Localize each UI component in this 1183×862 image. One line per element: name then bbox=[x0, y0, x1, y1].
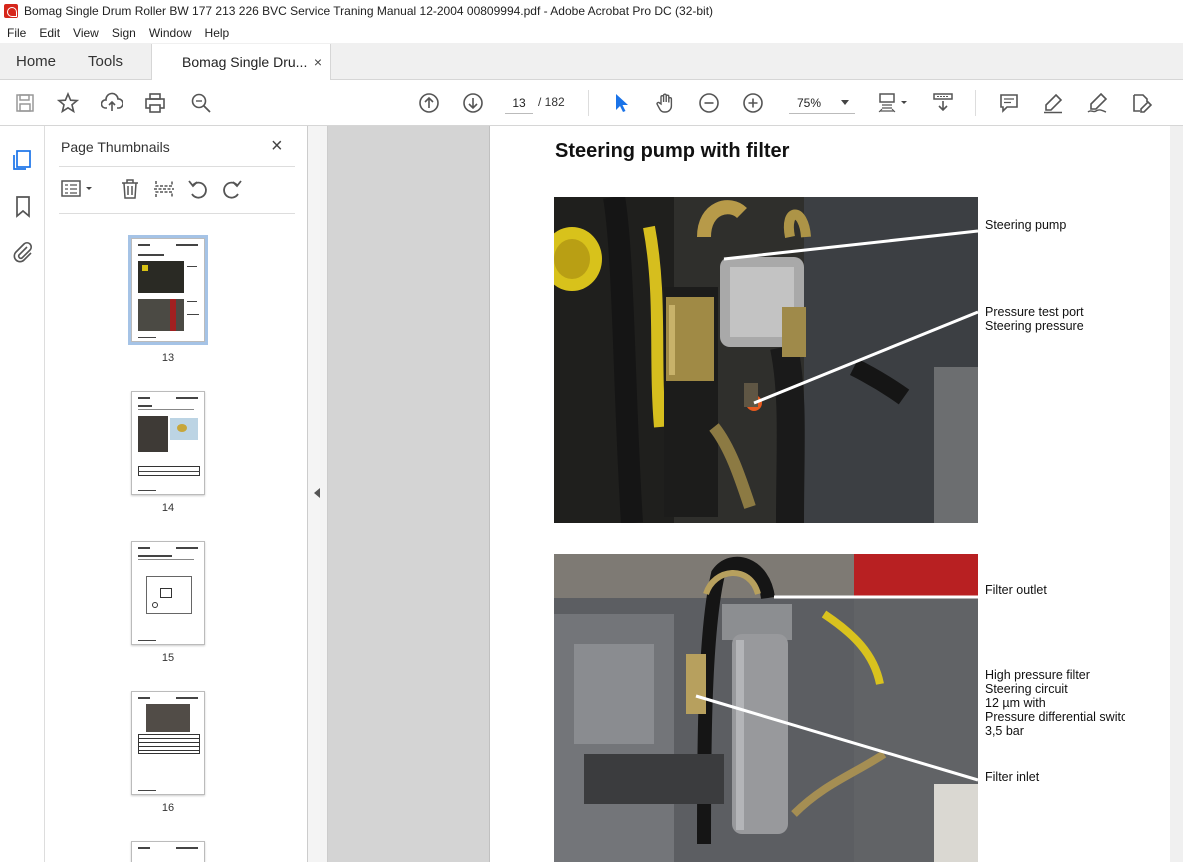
divider bbox=[59, 166, 295, 167]
scroll-mode-icon[interactable] bbox=[931, 91, 955, 115]
tab-bar: Home Tools Bomag Single Dru... × bbox=[0, 43, 1183, 80]
menu-edit[interactable]: Edit bbox=[32, 26, 66, 40]
collapse-panel-icon[interactable] bbox=[314, 488, 320, 498]
edit-icon[interactable] bbox=[1129, 91, 1153, 115]
thumbnail-toolbar bbox=[59, 176, 295, 202]
tab-tools[interactable]: Tools bbox=[72, 43, 139, 79]
panel-title: Page Thumbnails bbox=[61, 139, 170, 155]
menu-window[interactable]: Window bbox=[142, 26, 198, 40]
comment-icon[interactable] bbox=[997, 91, 1021, 115]
thumbnail-page-number: 15 bbox=[161, 652, 175, 664]
menu-sign[interactable]: Sign bbox=[105, 26, 142, 40]
zoom-in-icon[interactable] bbox=[741, 91, 765, 115]
upload-icon[interactable] bbox=[100, 91, 124, 115]
thumbnail-page-number: 13 bbox=[161, 352, 175, 364]
print-icon[interactable] bbox=[143, 91, 167, 115]
menu-help[interactable]: Help bbox=[198, 26, 236, 40]
title-bar: Bomag Single Drum Roller BW 177 213 226 … bbox=[0, 0, 1183, 22]
select-arrow-icon[interactable] bbox=[609, 91, 633, 115]
attachments-icon[interactable] bbox=[11, 240, 35, 264]
menu-file[interactable]: File bbox=[0, 26, 32, 40]
insert-page-icon[interactable] bbox=[153, 178, 175, 200]
page-total: / 182 bbox=[538, 95, 565, 109]
bookmarks-icon[interactable] bbox=[11, 195, 35, 219]
page-thumbnail[interactable] bbox=[131, 541, 205, 645]
page-thumbnail[interactable] bbox=[131, 391, 205, 495]
close-tab-icon[interactable]: × bbox=[314, 54, 322, 70]
zoom-select[interactable]: 75% bbox=[789, 92, 855, 114]
page-thumbnail[interactable] bbox=[128, 235, 208, 345]
page-thumbnails-panel: Page Thumbnails × 13 14 15 16 bbox=[45, 126, 344, 862]
document-scrollbar[interactable] bbox=[1170, 126, 1183, 862]
callout-label: Steering pump bbox=[985, 218, 1067, 232]
main-toolbar: 13 / 182 75% bbox=[0, 80, 1183, 126]
fit-page-icon[interactable] bbox=[876, 91, 912, 115]
star-icon[interactable] bbox=[56, 91, 80, 115]
menu-view[interactable]: View bbox=[66, 26, 105, 40]
menu-bar: File Edit View Sign Window Help bbox=[0, 22, 1183, 43]
toolbar-divider bbox=[975, 90, 976, 116]
callout-label: Filter outlet bbox=[985, 583, 1047, 597]
page-thumbnail[interactable] bbox=[131, 691, 205, 795]
callout-label: Filter inlet bbox=[985, 770, 1040, 784]
rotate-counterclockwise-icon[interactable] bbox=[187, 178, 209, 200]
thumbnail-options-icon[interactable] bbox=[61, 178, 97, 200]
hand-icon[interactable] bbox=[653, 91, 677, 115]
callout-label: Pressure test port Steering pressure bbox=[985, 305, 1084, 333]
tab-document-label: Bomag Single Dru... bbox=[182, 54, 308, 70]
highlight-icon[interactable] bbox=[1041, 91, 1065, 115]
sign-icon[interactable] bbox=[1085, 91, 1109, 115]
thumbnail-page-number: 14 bbox=[161, 502, 175, 514]
zoom-out-icon[interactable] bbox=[697, 91, 721, 115]
document-viewer[interactable]: Steering pump with filter Steering pump … bbox=[328, 126, 1183, 862]
chevron-down-icon bbox=[841, 100, 849, 105]
save-icon[interactable] bbox=[13, 91, 37, 115]
close-panel-icon[interactable]: × bbox=[271, 135, 283, 158]
callout-label: High pressure filter Steering circuit 12… bbox=[985, 668, 1125, 738]
acrobat-app-icon bbox=[4, 4, 18, 18]
tab-document[interactable]: Bomag Single Dru... × bbox=[151, 44, 332, 80]
delete-page-icon[interactable] bbox=[119, 178, 141, 200]
navigation-rail bbox=[0, 126, 45, 862]
divider bbox=[59, 213, 295, 214]
page-thumbnails-icon[interactable] bbox=[11, 148, 35, 172]
panel-collapse-handle[interactable] bbox=[308, 126, 328, 862]
page-thumbnail[interactable] bbox=[131, 841, 205, 862]
steering-pump-photo bbox=[554, 197, 978, 523]
pdf-page: Steering pump with filter Steering pump … bbox=[489, 126, 1171, 862]
tab-home[interactable]: Home bbox=[0, 43, 72, 79]
toolbar-divider bbox=[588, 90, 589, 116]
rotate-clockwise-icon[interactable] bbox=[221, 178, 243, 200]
find-icon[interactable] bbox=[189, 91, 213, 115]
page-up-icon[interactable] bbox=[417, 91, 441, 115]
steering-filter-photo bbox=[554, 554, 978, 862]
zoom-value: 75% bbox=[797, 95, 822, 110]
current-page-input[interactable]: 13 bbox=[505, 92, 533, 114]
window-title: Bomag Single Drum Roller BW 177 213 226 … bbox=[24, 4, 714, 18]
page-heading: Steering pump with filter bbox=[555, 140, 790, 162]
page-down-icon[interactable] bbox=[461, 91, 485, 115]
thumbnail-page-number: 16 bbox=[161, 802, 175, 814]
